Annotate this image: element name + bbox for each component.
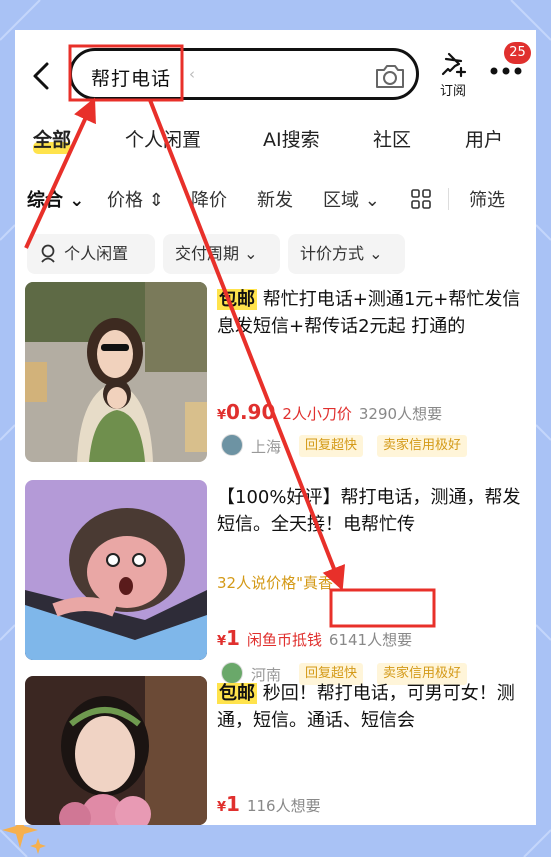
- tab-personal-idle[interactable]: 个人闲置: [125, 125, 201, 152]
- listing-photo[interactable]: [25, 676, 207, 825]
- currency-symbol: ¥: [217, 408, 227, 423]
- tab-all[interactable]: 全部: [33, 125, 71, 152]
- price-filter-label: 价格: [107, 190, 143, 211]
- camera-icon[interactable]: [374, 62, 406, 90]
- search-query-text: 帮打电话: [91, 68, 172, 90]
- search-header: 帮打电话 ‹ 订阅 25: [15, 30, 536, 120]
- listing-price-row: ¥0.90 2人小刀价 3290人想要: [217, 400, 442, 424]
- region-filter-label: 区域: [323, 190, 359, 211]
- wants-count: 6141人想要: [328, 631, 413, 649]
- fast-reply-tag: 回复超快: [299, 435, 364, 457]
- listing-title[interactable]: 包邮 秒回！帮打电话，可男可女！测通，短信。通话、短信会: [217, 680, 529, 734]
- tab-users[interactable]: 用户: [465, 125, 503, 152]
- person-icon: [41, 244, 55, 263]
- listing-title-text: 【100%好评】帮打电话，测通，帮发短信。全天接！电帮忙传: [217, 487, 521, 535]
- chip-pricing-method-label: 计价方式: [300, 244, 365, 263]
- chip-personal-idle-label: 个人闲置: [64, 244, 129, 263]
- listing-title-text: 秒回！帮打电话，可男可女！测通，短信。通话、短信会: [217, 683, 515, 731]
- listing-title[interactable]: 包邮 帮忙打电话+测通1元+帮忙发信息发短信+帮传话2元起 打通的: [217, 286, 529, 340]
- listing-price-row: ¥1 闲鱼币抵钱 6141人想要: [217, 626, 412, 650]
- price-filter[interactable]: 价格 ⇕: [107, 186, 164, 212]
- chip-personal-idle[interactable]: 个人闲置: [27, 234, 155, 274]
- more-icon[interactable]: [489, 64, 523, 78]
- currency-symbol: ¥: [217, 800, 227, 815]
- wants-count: 3290人想要: [358, 405, 443, 423]
- listing-photo[interactable]: [25, 480, 207, 660]
- free-shipping-badge: 包邮: [217, 683, 257, 704]
- chip-delivery-period[interactable]: 交付周期 ⌄: [163, 234, 280, 274]
- price-note: 2人小刀价: [282, 405, 352, 423]
- currency-symbol: ¥: [217, 634, 227, 649]
- wants-count: 116人想要: [246, 797, 321, 815]
- pin-icon: [441, 52, 467, 78]
- sort-filter[interactable]: 综合 ⌄: [27, 186, 84, 212]
- subscribe-button[interactable]: 订阅: [435, 50, 471, 106]
- seller-city: 上海: [251, 438, 282, 456]
- notification-badge: 25: [504, 42, 531, 64]
- tab-ai-search[interactable]: AI搜索: [263, 125, 320, 152]
- chip-delivery-period-label: 交付周期: [175, 244, 240, 263]
- price-note: 闲鱼币抵钱: [246, 631, 322, 649]
- grid-view-icon[interactable]: [411, 189, 431, 209]
- category-tabs: 全部 个人闲置 AI搜索 社区 用户: [15, 120, 536, 170]
- filter-bar: 综合 ⌄ 价格 ⇕ 降价 新发 区域 ⌄ 筛选: [15, 178, 536, 222]
- listing-card[interactable]: 【100%好评】帮打电话，测通，帮发短信。全天接！电帮忙传 32人说价格"真香"…: [15, 480, 536, 685]
- listing-card[interactable]: 包邮 秒回！帮打电话，可男可女！测通，短信。通话、短信会 ¥1 116人想要: [15, 676, 536, 825]
- price-quote: 32人说价格"真香": [217, 574, 340, 592]
- avatar[interactable]: [221, 434, 243, 456]
- sort-filter-label: 综合: [27, 190, 63, 211]
- seller-info[interactable]: 上海 回复超快 卖家信用极好: [217, 434, 529, 458]
- new-filter[interactable]: 新发: [257, 186, 293, 212]
- tab-community[interactable]: 社区: [373, 125, 411, 152]
- filter-divider: [448, 188, 449, 210]
- listing-photo[interactable]: [25, 282, 207, 462]
- listing-title[interactable]: 【100%好评】帮打电话，测通，帮发短信。全天接！电帮忙传: [217, 484, 529, 538]
- listing-price: 1: [226, 792, 240, 816]
- listing-card[interactable]: 包邮 帮忙打电话+测通1元+帮忙发信息发短信+帮传话2元起 打通的 ¥0.90 …: [15, 282, 536, 472]
- listing-price: 1: [226, 626, 240, 650]
- listing-title-text: 帮忙打电话+测通1元+帮忙发信息发短信+帮传话2元起 打通的: [217, 289, 521, 337]
- screen-filter[interactable]: 筛选: [469, 186, 505, 212]
- quick-chips: 个人闲置 交付周期 ⌄ 计价方式 ⌄: [15, 234, 536, 274]
- region-filter[interactable]: 区域 ⌄: [323, 186, 380, 212]
- subscribe-label: 订阅: [439, 84, 466, 99]
- free-shipping-badge: 包邮: [217, 289, 257, 310]
- app-screen: 帮打电话 ‹ 订阅 25 全部 个人闲置 AI搜索 社区 用户 综合 ⌄ 价格 …: [15, 30, 536, 825]
- chip-pricing-method[interactable]: 计价方式 ⌄: [288, 234, 405, 274]
- search-input[interactable]: 帮打电话 ‹: [69, 48, 419, 100]
- credit-tag: 卖家信用极好: [377, 435, 468, 457]
- clear-icon[interactable]: ‹: [189, 65, 195, 83]
- back-arrow-icon[interactable]: [27, 58, 57, 94]
- listing-price: 0.90: [226, 400, 276, 424]
- price-drop-filter[interactable]: 降价: [191, 186, 227, 212]
- listing-price-row: ¥1 116人想要: [217, 792, 321, 816]
